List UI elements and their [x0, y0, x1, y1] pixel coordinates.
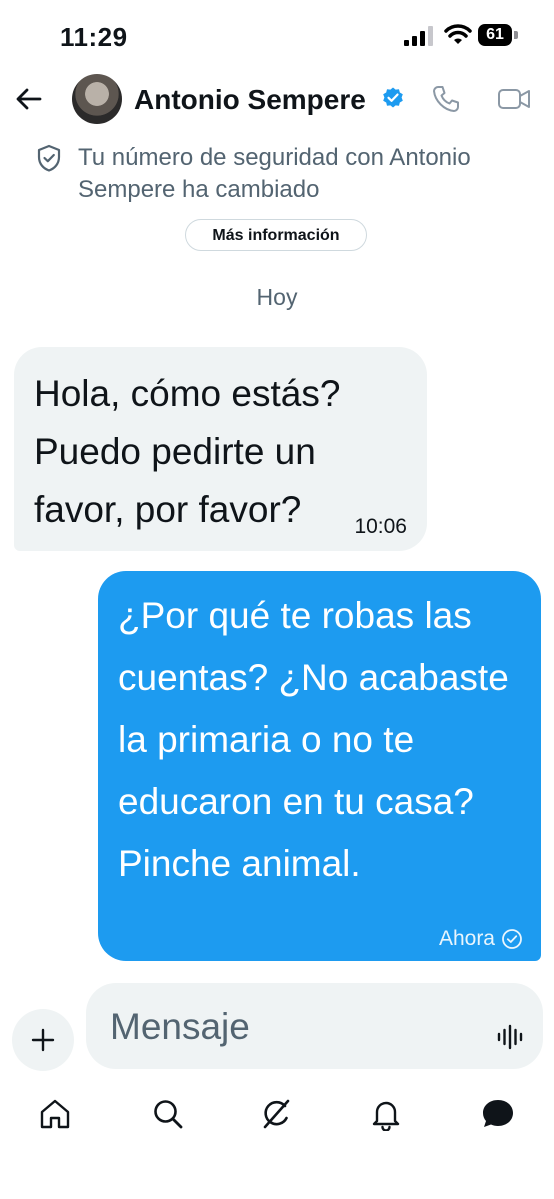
- message-timestamp: 10:06: [354, 515, 407, 538]
- voice-message-icon[interactable]: [496, 1023, 524, 1051]
- messages-icon[interactable]: [481, 1097, 515, 1131]
- more-info-button[interactable]: Más información: [185, 219, 367, 251]
- date-separator: Hoy: [256, 284, 298, 310]
- back-arrow-icon[interactable]: [14, 84, 44, 114]
- outgoing-message-bubble[interactable]: ¿Por qué te robas las cuentas? ¿No acaba…: [98, 571, 541, 961]
- security-number-notice: Tu número de seguridad con Antonio Sempe…: [78, 144, 471, 203]
- status-time: 11:29: [60, 22, 128, 52]
- cellular-signal-icon: [404, 26, 433, 46]
- battery-level: 61: [486, 26, 504, 43]
- sent-check-icon: [502, 929, 522, 949]
- message-text: Hola, cómo estás? Puedo pedirte un favor…: [34, 373, 341, 530]
- home-icon[interactable]: [38, 1097, 72, 1131]
- verified-badge-icon: [383, 87, 403, 108]
- message-text: ¿Por qué te robas las cuentas? ¿No acaba…: [118, 595, 509, 884]
- contact-name[interactable]: Antonio Sempere: [134, 84, 366, 116]
- battery-icon: 61: [478, 22, 520, 48]
- message-status: Ahora: [439, 927, 523, 951]
- add-attachment-button[interactable]: [12, 1009, 74, 1071]
- contact-avatar[interactable]: [72, 74, 122, 124]
- shield-check-icon: [37, 144, 61, 172]
- message-composer[interactable]: [86, 983, 543, 1071]
- grok-icon[interactable]: [259, 1097, 293, 1131]
- message-input[interactable]: [108, 983, 472, 1071]
- phone-icon[interactable]: [431, 84, 461, 114]
- notifications-icon[interactable]: [369, 1097, 403, 1131]
- search-icon[interactable]: [151, 1097, 185, 1131]
- plus-icon: [31, 1028, 55, 1052]
- wifi-icon: [444, 24, 472, 44]
- message-timestamp: Ahora: [438, 927, 495, 950]
- incoming-message-bubble[interactable]: Hola, cómo estás? Puedo pedirte un favor…: [14, 347, 427, 551]
- video-camera-icon[interactable]: [497, 86, 531, 112]
